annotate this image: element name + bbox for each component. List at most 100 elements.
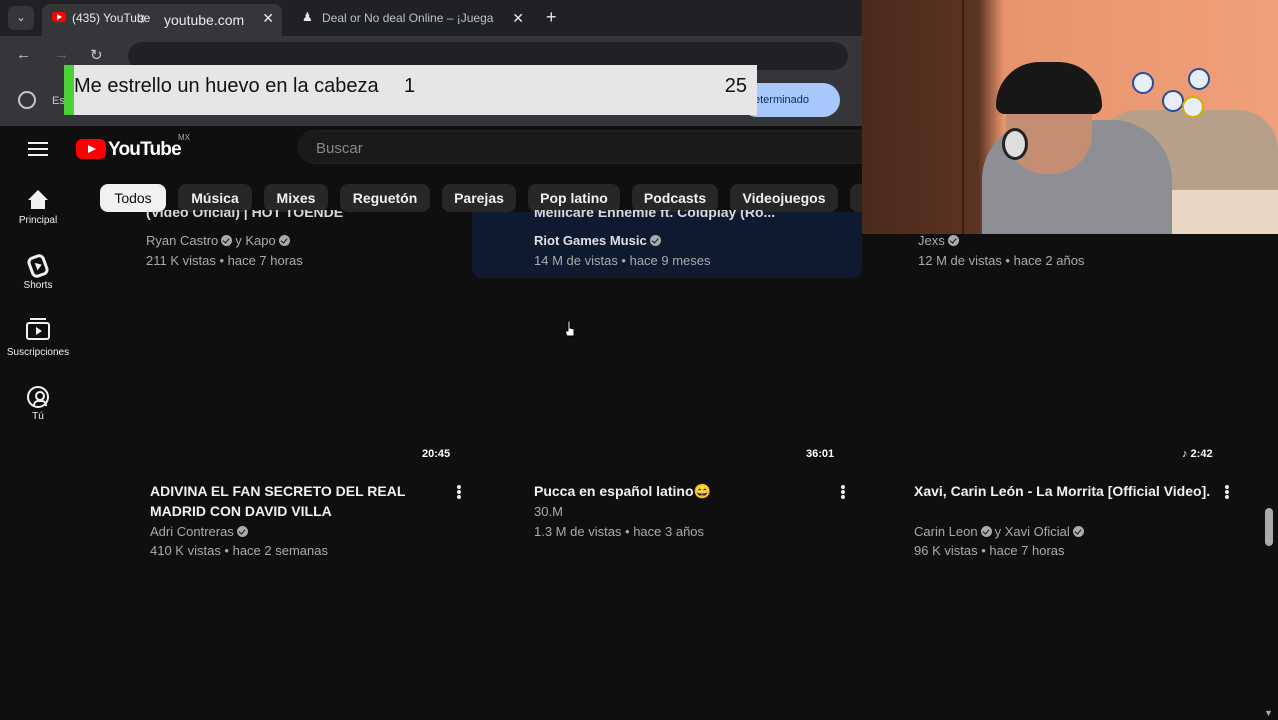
verified-icon	[947, 235, 959, 246]
more-options-icon[interactable]	[457, 485, 461, 499]
url-text[interactable]: youtube.com	[164, 12, 244, 28]
video-channel[interactable]: Adri Contreras	[150, 524, 251, 539]
chip-next[interactable]	[850, 184, 862, 212]
channel-name: Riot Games Music	[534, 233, 647, 248]
search-placeholder: Buscar	[316, 140, 363, 157]
more-options-icon[interactable]	[841, 485, 845, 499]
browser-tab-bar: ⌄ (435) YouTube ✕ ♟ Deal or No deal Onli…	[0, 0, 862, 36]
video-meta: 410 K vistas • hace 2 semanas	[150, 543, 328, 558]
overlay-text: Me estrello un huevo en la cabeza	[74, 75, 379, 97]
hand-cursor-icon	[564, 320, 575, 337]
tab-deal-or-no-deal[interactable]: ♟ Deal or No deal Online – ¡Juega ✕	[292, 4, 532, 36]
chip-todos[interactable]: Todos	[100, 184, 166, 212]
channel-name-2: y Kapo	[235, 233, 276, 248]
video-duration: 36:01	[806, 448, 835, 460]
video-meta: 12 M de vistas • hace 2 años	[918, 253, 1085, 268]
sidebar-label: Shorts	[23, 280, 53, 291]
overlay-value-left: 1	[404, 75, 416, 97]
scroll-down-icon[interactable]: ▼	[1264, 708, 1273, 718]
youtube-play-icon	[76, 139, 106, 159]
webcam-ball	[1162, 90, 1184, 112]
reload-icon[interactable]: ↻	[90, 46, 103, 64]
sidebar-label: Tú	[32, 411, 44, 422]
sidebar-item-principal[interactable]: Principal	[0, 190, 76, 226]
logo-text: YouTube	[108, 139, 182, 160]
new-tab-button[interactable]: +	[546, 7, 557, 28]
video-title[interactable]: Xavi, Carin León - La Morrita [Official …	[914, 481, 1214, 501]
video-meta: 96 K vistas • hace 7 horas	[914, 543, 1065, 558]
default-browser-label: eterminado	[754, 94, 810, 106]
webcam-door	[962, 0, 964, 234]
tab-title: Deal or No deal Online – ¡Juega	[322, 11, 494, 25]
video-channel[interactable]: 30.M	[534, 504, 563, 519]
video-title-text: Mellicare Enhemie ft. Coldplay (Ro...	[534, 210, 776, 220]
tab-youtube[interactable]: (435) YouTube ✕	[42, 4, 282, 36]
webcam-feed	[862, 0, 1278, 234]
chip-videojuegos[interactable]: Videojuegos	[730, 184, 838, 212]
sidebar-label: Suscripciones	[6, 347, 70, 358]
chip-regueton[interactable]: Reguetón	[340, 184, 430, 212]
forward-icon[interactable]: →	[54, 46, 69, 63]
video-channel[interactable]: Carin Leon y Xavi Oficial	[914, 524, 1087, 539]
chrome-icon[interactable]	[18, 91, 36, 109]
verified-icon	[980, 526, 992, 537]
subscriptions-icon	[26, 318, 50, 340]
chip-mixes[interactable]: Mixes	[264, 184, 328, 212]
verified-icon	[236, 526, 248, 537]
bookmark-label[interactable]: Es	[52, 95, 65, 107]
video-meta: 1.3 M de vistas • hace 3 años	[534, 524, 705, 539]
sidebar-item-tu[interactable]: Tú	[0, 386, 76, 422]
headphones-icon	[1002, 128, 1028, 160]
country-code: MX	[178, 133, 190, 142]
video-channel[interactable]: Riot Games Music	[534, 233, 664, 248]
video-title-partial[interactable]: Mellicare Enhemie ft. Coldplay (Ro...	[534, 210, 834, 226]
webcam-ball	[1182, 96, 1204, 118]
video-channel[interactable]: Ryan Castro y Kapo	[146, 233, 293, 248]
scrollbar-thumb[interactable]	[1265, 508, 1273, 546]
overlay-value-right: 25	[724, 75, 747, 97]
channel-name: Carin Leon	[914, 524, 978, 539]
channel-name-2: y Xavi Oficial	[994, 524, 1070, 539]
verified-icon	[221, 235, 233, 246]
video-duration: 20:45	[422, 448, 451, 460]
video-meta: 14 M de vistas • hace 9 meses	[534, 253, 711, 268]
tab-search-button[interactable]: ⌄	[8, 6, 34, 30]
video-meta: 211 K vistas • hace 7 horas	[146, 253, 303, 268]
video-title-partial[interactable]: (Video Oficial) | HOT TOENDE	[146, 210, 446, 226]
channel-name: Adri Contreras	[150, 524, 234, 539]
home-icon	[26, 190, 50, 212]
chip-podcasts[interactable]: Podcasts	[632, 184, 718, 212]
video-title[interactable]: Pucca en español latino😄	[534, 481, 834, 501]
game-favicon-icon: ♟	[302, 10, 313, 24]
back-icon[interactable]: ←	[16, 46, 31, 63]
sidebar-item-suscripciones[interactable]: Suscripciones	[0, 318, 76, 358]
menu-icon[interactable]	[28, 142, 48, 156]
more-options-icon[interactable]	[1225, 485, 1229, 499]
site-info-icon[interactable]: ⚙	[136, 12, 147, 26]
channel-name: Jexs	[918, 233, 945, 248]
video-duration: ♪ 2:42	[1182, 448, 1213, 460]
webcam-ball	[1188, 68, 1210, 90]
verified-icon	[1072, 526, 1084, 537]
video-title-text: (Video Oficial) | HOT TOENDE	[146, 210, 344, 220]
youtube-logo[interactable]: YouTube MX	[76, 133, 206, 161]
sidebar-label: Principal	[18, 215, 58, 226]
chip-pop-latino[interactable]: Pop latino	[528, 184, 620, 212]
chip-parejas[interactable]: Parejas	[442, 184, 516, 212]
channel-name: Ryan Castro	[146, 233, 219, 248]
chip-musica[interactable]: Música	[178, 184, 252, 212]
close-tab-icon[interactable]: ✕	[262, 4, 274, 32]
youtube-favicon-icon	[52, 12, 66, 22]
you-icon	[27, 386, 49, 408]
verified-icon	[649, 235, 661, 246]
video-title[interactable]: ADIVINA EL FAN SECRETO DEL REAL MADRID C…	[150, 481, 450, 521]
overlay-accent	[64, 65, 74, 115]
screen: { "browser": { "tabs": [ {"title": "(435…	[0, 0, 1278, 720]
stream-overlay-banner: Me estrello un huevo en la cabeza 1 25	[64, 65, 757, 115]
sidebar-item-shorts[interactable]: Shorts	[0, 252, 76, 291]
shorts-icon	[25, 252, 51, 280]
verified-icon	[278, 235, 290, 246]
video-channel[interactable]: Jexs	[918, 233, 962, 248]
search-input[interactable]	[298, 130, 862, 164]
close-tab-icon[interactable]: ✕	[512, 4, 524, 32]
